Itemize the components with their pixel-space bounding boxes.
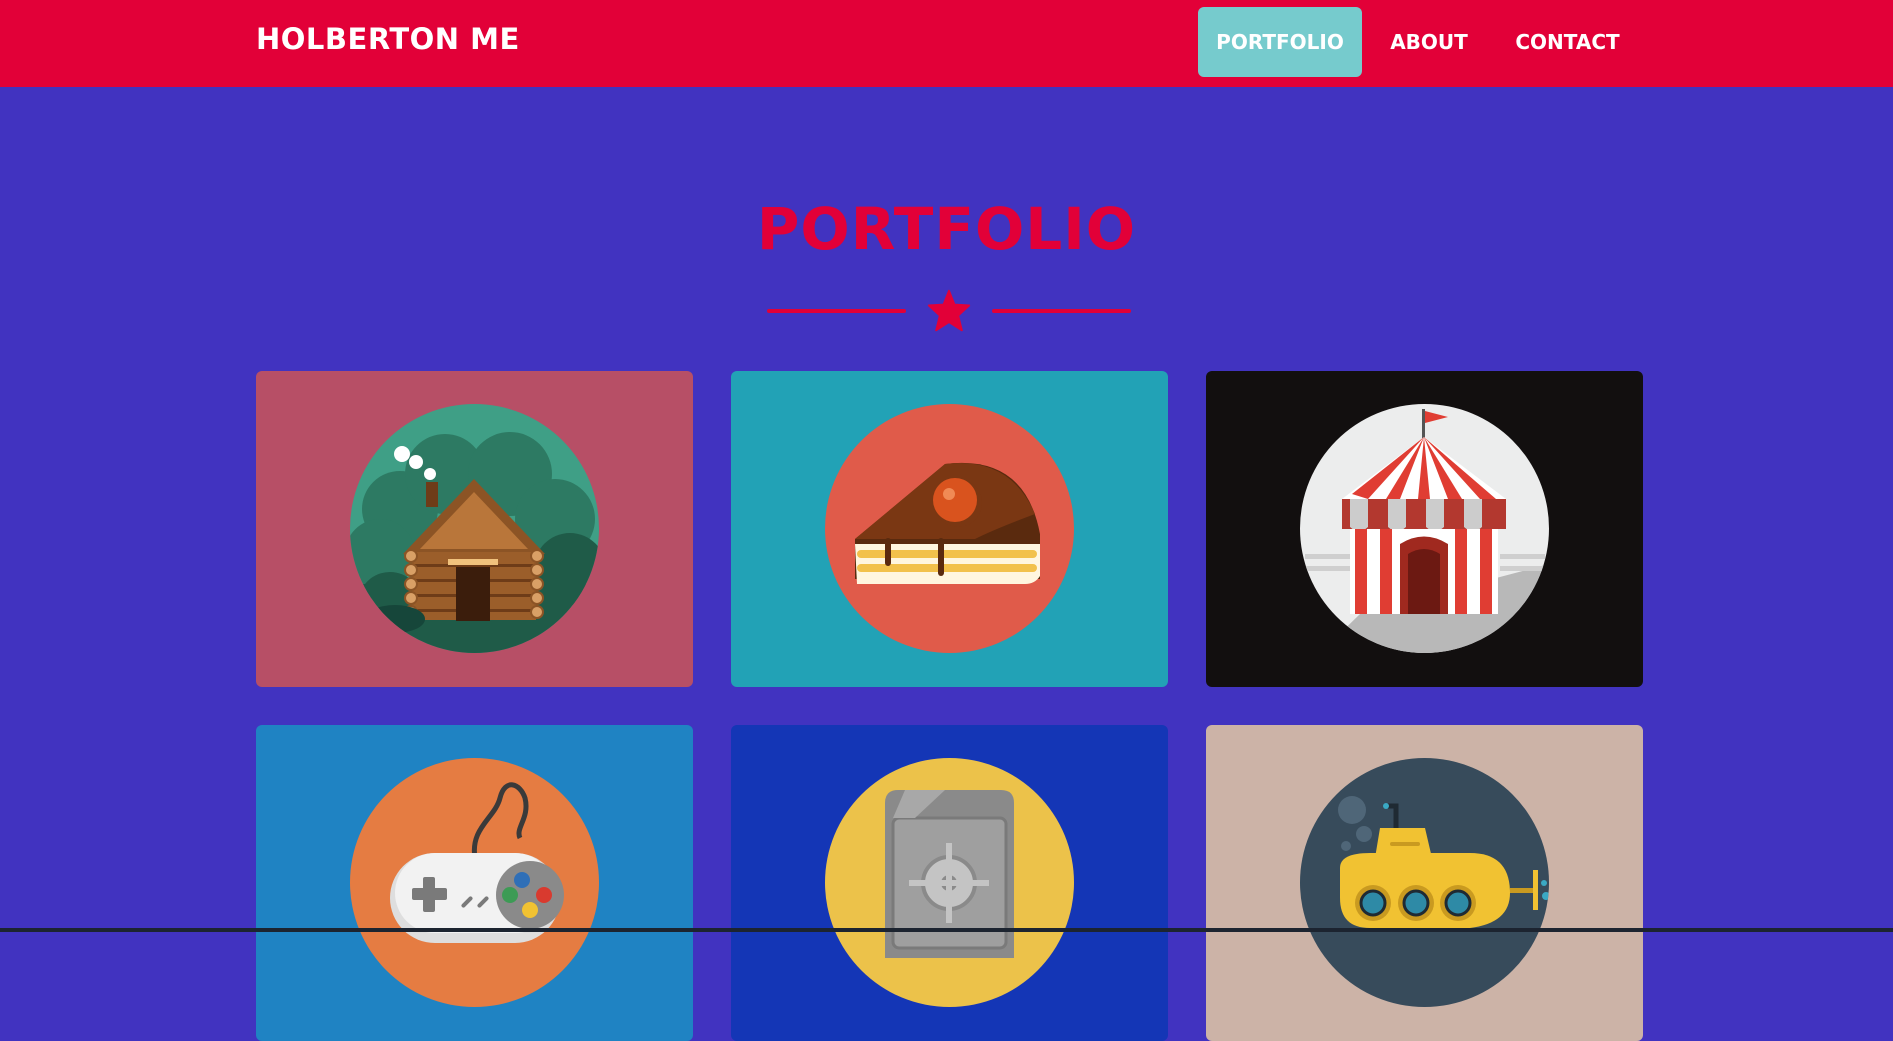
portfolio-item-image: [825, 758, 1074, 1007]
portfolio-item-image: [350, 758, 599, 1007]
portfolio-item-image: [1300, 758, 1549, 1007]
portfolio-item-image: [1300, 404, 1549, 653]
window-bottom-edge: [0, 928, 1893, 932]
safe-icon: [825, 758, 1074, 1007]
cake-slice-icon: [825, 404, 1074, 653]
divider-line-right: [992, 309, 1131, 313]
log-cabin-icon: [350, 404, 599, 653]
brand-logo-link[interactable]: HOLBERTON ME: [256, 22, 520, 56]
portfolio-item-controller[interactable]: [256, 725, 693, 1041]
submarine-icon: [1300, 758, 1549, 1007]
nav-link-portfolio[interactable]: PORTFOLIO: [1198, 7, 1362, 77]
navbar: HOLBERTON ME PORTFOLIO ABOUT CONTACT: [0, 0, 1893, 87]
portfolio-heading: PORTFOLIO: [756, 195, 1137, 263]
portfolio-item-cabin[interactable]: [256, 371, 693, 687]
nav-link-about[interactable]: ABOUT: [1382, 7, 1476, 77]
portfolio-item-cake[interactable]: [731, 371, 1168, 687]
portfolio-item-image: [350, 404, 599, 653]
portfolio-item-image: [825, 404, 1074, 653]
divider-line-left: [767, 309, 906, 313]
nav-link-contact[interactable]: CONTACT: [1505, 7, 1630, 77]
portfolio-item-safe[interactable]: [731, 725, 1168, 1041]
circus-tent-icon: [1300, 404, 1549, 653]
portfolio-item-circus[interactable]: [1206, 371, 1643, 687]
portfolio-item-submarine[interactable]: [1206, 725, 1643, 1041]
game-controller-icon: [350, 758, 599, 1007]
star-icon: [927, 289, 971, 332]
